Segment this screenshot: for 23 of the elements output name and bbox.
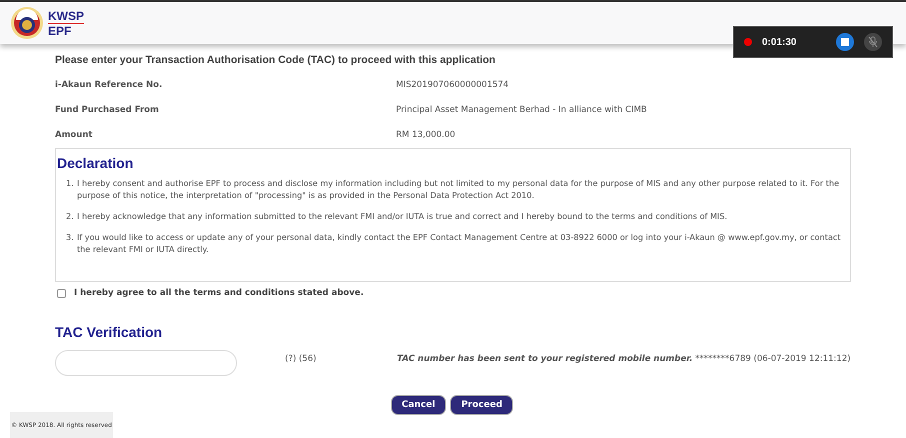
field-value: RM 13,000.00 — [396, 130, 456, 140]
declaration-item: If you would like to access or update any of your personal data, kindly contact the EPF Contact Management Centre at 03-8922 6000 or log into your i-Akaun @ www.epf.gov.my, or contact the relevant FMI or IUTA directly. — [77, 231, 842, 255]
item-number: 3. — [66, 231, 75, 244]
action-button[interactable]: Cancel — [390, 395, 446, 415]
field-label: Amount — [55, 130, 94, 140]
logo-text: EPF — [48, 24, 72, 38]
field-value: Principal Asset Management Berhad - In alliance with CIMB — [396, 104, 648, 114]
section-title: TAC Verification — [55, 324, 164, 340]
item-number: 1. — [66, 177, 75, 190]
item-number: 2. — [66, 210, 75, 222]
tac-message: TAC number has been sent to your registered mobile number. ********6789 (06-07-2019 12:11:12) — [397, 354, 851, 364]
action-button[interactable]: Proceed — [450, 395, 514, 415]
field-label: i-Akaun Reference No. — [55, 80, 164, 90]
declaration-title: Declaration — [57, 155, 134, 171]
declaration-item: I hereby consent and authorise EPF to process and disclose my information including but not limited to my personal data for the purpose of MIS and any other purpose related to it. For the purpose of this notice, the interpretation of "processing" is as provided in the Personal Data Protection Act 2010. — [77, 177, 840, 201]
field-label: Fund Purchased From — [55, 104, 160, 114]
countdown-text: (?) (56) — [285, 354, 318, 364]
agree-label: I hereby agree to all the terms and conditions stated above. — [74, 288, 364, 298]
declaration-item: I hereby acknowledge that any information submitted to the relevant FMI and/or IUTA is true and correct and I hereby bound to the terms and conditions of MIS. — [77, 210, 728, 222]
timer: 0:01:30 — [762, 36, 798, 48]
field-value: MIS201907060000001574 — [396, 80, 510, 90]
instruction-text: Please enter your Transaction Authorisation Code (TAC) to proceed with this application — [55, 54, 496, 66]
logo-text: KWSP — [48, 8, 84, 24]
